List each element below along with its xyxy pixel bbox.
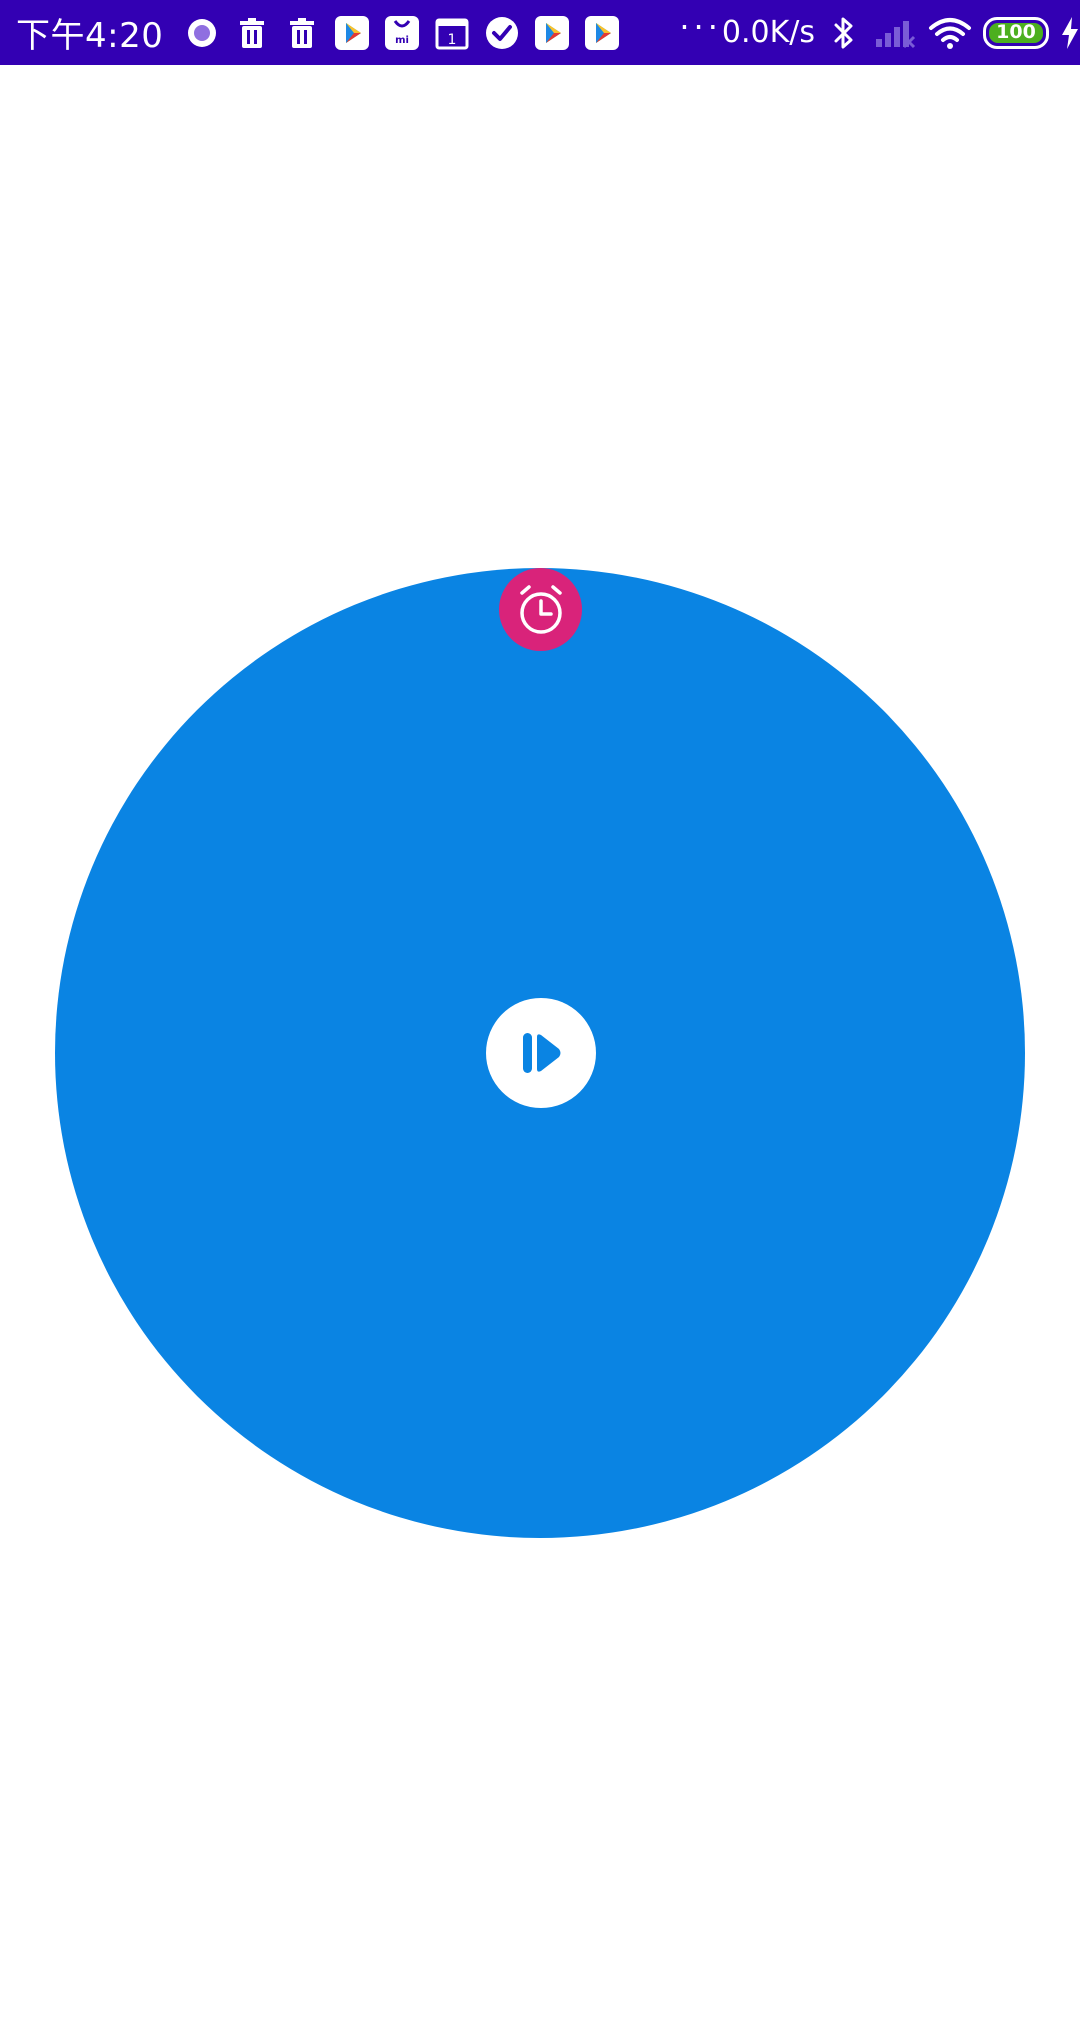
circle-record-icon [183,14,221,52]
status-left: 下午4:20 mi 1 ··· [16,8,722,57]
wifi-icon [927,14,973,52]
svg-text:mi: mi [395,35,409,46]
battery-level: 100 [996,21,1036,43]
status-right: 0.0K/s 100 [722,14,1080,52]
charging-icon [1059,14,1080,52]
svg-text:1: 1 [448,32,457,48]
battery-icon: 100 [983,16,1049,49]
check-circle-icon [483,14,521,52]
status-bar: 下午4:20 mi 1 ··· 0.0K/s 100 [0,0,1080,65]
trash-icon [283,14,321,52]
play-pause-button[interactable] [486,998,596,1108]
status-time: 下午4:20 [16,16,164,56]
trash-icon [233,14,271,52]
play-store-icon [533,14,571,52]
play-pause-icon [519,1031,563,1075]
bluetooth-icon [825,14,863,52]
alarm-clock-icon [513,582,569,638]
signal-icon [873,14,917,52]
play-store-icon [583,14,621,52]
network-speed: 0.0K/s [721,15,815,50]
mi-store-icon: mi [383,14,421,52]
alarm-button[interactable] [499,568,582,651]
calendar-icon: 1 [433,14,471,52]
play-store-icon [333,14,371,52]
more-notifications-icon: ··· [679,7,722,46]
